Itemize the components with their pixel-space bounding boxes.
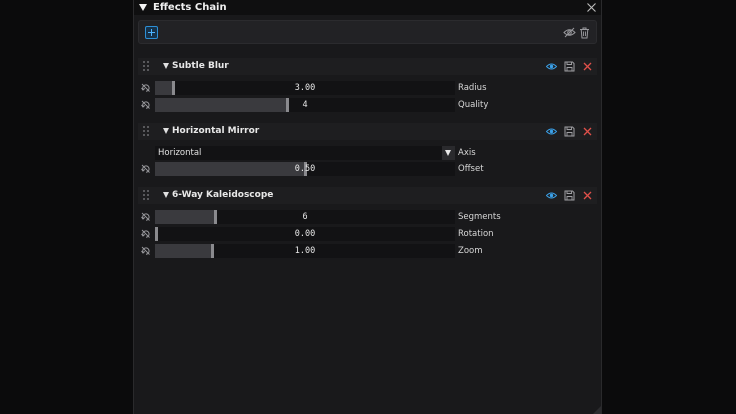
expand-arrow-icon[interactable] (163, 192, 169, 198)
panel-titlebar: Effects Chain (134, 0, 601, 15)
slider-value: 0.00 (294, 229, 316, 239)
remove-effect-icon[interactable] (582, 126, 593, 137)
rotation-slider[interactable]: 0.00 (155, 227, 455, 241)
collapse-arrow-icon[interactable] (139, 4, 147, 11)
param-row-radius: 3.00 Radius (138, 81, 597, 95)
eye-icon[interactable] (546, 190, 557, 201)
param-row-quality: 4 Quality (138, 98, 597, 112)
quality-slider[interactable]: 4 (155, 98, 455, 112)
param-row-zoom: 1.00 Zoom (138, 244, 597, 258)
reset-icon[interactable] (141, 212, 151, 222)
effect-name: Subtle Blur (172, 61, 229, 71)
remove-effect-icon[interactable] (582, 190, 593, 201)
slider-value: 4 (302, 100, 308, 110)
expand-arrow-icon[interactable] (163, 128, 169, 134)
param-label: Offset (458, 164, 484, 174)
save-icon[interactable] (564, 126, 575, 137)
segments-slider[interactable]: 6 (155, 210, 455, 224)
eye-icon[interactable] (546, 61, 557, 72)
reset-icon[interactable] (141, 246, 151, 256)
effect-name: 6-Way Kaleidoscope (172, 190, 274, 200)
reset-icon[interactable] (141, 83, 151, 93)
param-row-segments: 6 Segments (138, 210, 597, 224)
effect-header-subtle-blur[interactable]: Subtle Blur (138, 58, 597, 75)
expand-arrow-icon[interactable] (163, 63, 169, 69)
drag-handle-icon[interactable] (143, 126, 149, 137)
param-label: Rotation (458, 229, 494, 239)
param-label: Radius (458, 83, 487, 93)
reset-icon[interactable] (141, 229, 151, 239)
param-row-axis: Horizontal Axis (138, 146, 597, 160)
slider-value: 1.00 (294, 246, 316, 256)
zoom-slider[interactable]: 1.00 (155, 244, 455, 258)
reset-icon[interactable] (141, 164, 151, 174)
slider-value: 0.50 (294, 164, 316, 174)
param-label: Segments (458, 212, 501, 222)
axis-dropdown[interactable]: Horizontal (155, 146, 455, 160)
radius-slider[interactable]: 3.00 (155, 81, 455, 95)
save-icon[interactable] (564, 190, 575, 201)
close-icon[interactable] (586, 2, 597, 13)
slider-value: 3.00 (294, 83, 316, 93)
eye-icon[interactable] (546, 126, 557, 137)
dropdown-value: Horizontal (158, 148, 202, 158)
param-label: Quality (458, 100, 489, 110)
effect-header-kaleidoscope[interactable]: 6-Way Kaleidoscope (138, 187, 597, 204)
effects-chain-panel: Effects Chain Subtle Blur 3.00 Radius 4 … (133, 0, 602, 414)
offset-slider[interactable]: 0.50 (155, 162, 455, 176)
drag-handle-icon[interactable] (143, 190, 149, 201)
resize-grip-icon[interactable] (591, 404, 601, 414)
param-row-rotation: 0.00 Rotation (138, 227, 597, 241)
trash-icon[interactable] (578, 26, 591, 39)
effects-toolbar (138, 20, 597, 44)
param-label: Axis (458, 148, 476, 158)
param-row-offset: 0.50 Offset (138, 162, 597, 176)
chevron-down-icon[interactable] (442, 146, 455, 160)
remove-effect-icon[interactable] (582, 61, 593, 72)
eye-off-icon[interactable] (563, 26, 576, 39)
effect-header-horizontal-mirror[interactable]: Horizontal Mirror (138, 123, 597, 140)
drag-handle-icon[interactable] (143, 61, 149, 72)
save-icon[interactable] (564, 61, 575, 72)
param-label: Zoom (458, 246, 483, 256)
effect-name: Horizontal Mirror (172, 126, 260, 136)
slider-value: 6 (302, 212, 308, 222)
reset-icon[interactable] (141, 100, 151, 110)
panel-title: Effects Chain (153, 2, 227, 13)
add-effect-button[interactable] (145, 26, 158, 39)
